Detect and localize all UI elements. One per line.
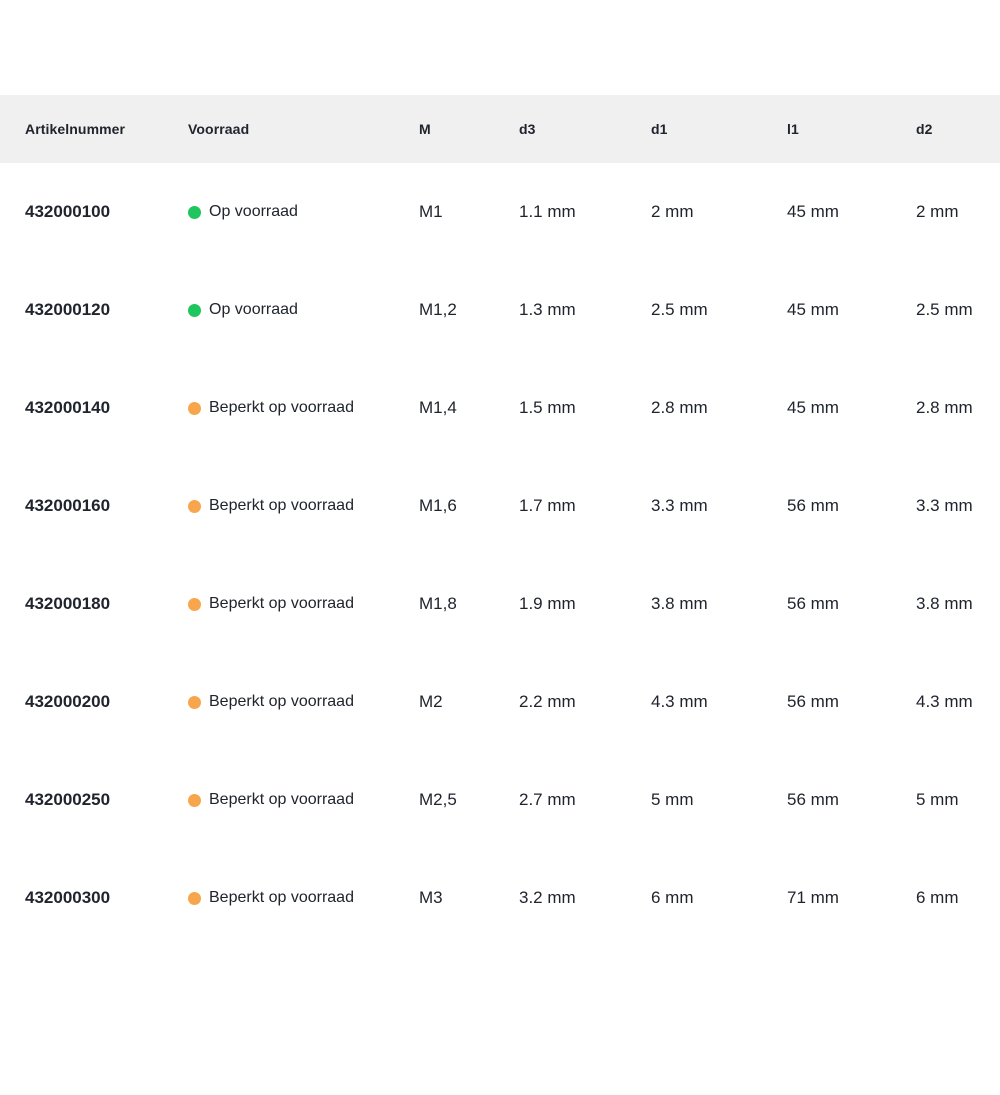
stock-status-dot-icon (188, 892, 201, 905)
column-header-voorraad: Voorraad (188, 121, 419, 137)
l1-value: 45 mm (787, 398, 916, 418)
column-header-d3: d3 (519, 121, 651, 137)
product-spec-table: Artikelnummer Voorraad M d3 d1 l1 d2 432… (0, 95, 1000, 947)
stock-status: Beperkt op voorraad (188, 889, 419, 907)
d3-value: 1.3 mm (519, 300, 651, 320)
stock-status-dot-icon (188, 794, 201, 807)
d3-value: 1.9 mm (519, 594, 651, 614)
article-number: 432000140 (25, 398, 188, 418)
m-value: M2,5 (419, 790, 519, 810)
stock-status-label: Beperkt op voorraad (209, 497, 354, 515)
stock-status-label: Beperkt op voorraad (209, 595, 354, 613)
article-number: 432000300 (25, 888, 188, 908)
d2-value: 3.3 mm (916, 496, 1000, 516)
stock-status: Op voorraad (188, 203, 419, 221)
stock-status-label: Beperkt op voorraad (209, 889, 354, 907)
stock-status-dot-icon (188, 304, 201, 317)
m-value: M1,2 (419, 300, 519, 320)
d3-value: 3.2 mm (519, 888, 651, 908)
stock-status-dot-icon (188, 500, 201, 513)
stock-status-label: Op voorraad (209, 301, 298, 319)
stock-status-label: Op voorraad (209, 203, 298, 221)
table-header: Artikelnummer Voorraad M d3 d1 l1 d2 (0, 95, 1000, 163)
column-header-artikelnummer: Artikelnummer (25, 121, 188, 137)
stock-status: Beperkt op voorraad (188, 693, 419, 711)
m-value: M1,4 (419, 398, 519, 418)
article-number: 432000160 (25, 496, 188, 516)
stock-status-label: Beperkt op voorraad (209, 399, 354, 417)
table-row: 432000300 Beperkt op voorraad M3 3.2 mm … (0, 849, 1000, 947)
d3-value: 1.1 mm (519, 202, 651, 222)
d1-value: 4.3 mm (651, 692, 787, 712)
d2-value: 5 mm (916, 790, 1000, 810)
stock-status-dot-icon (188, 402, 201, 415)
d2-value: 2 mm (916, 202, 1000, 222)
table-row: 432000140 Beperkt op voorraad M1,4 1.5 m… (0, 359, 1000, 457)
d3-value: 1.7 mm (519, 496, 651, 516)
table-row: 432000120 Op voorraad M1,2 1.3 mm 2.5 mm… (0, 261, 1000, 359)
article-number: 432000120 (25, 300, 188, 320)
d2-value: 2.8 mm (916, 398, 1000, 418)
m-value: M1,8 (419, 594, 519, 614)
l1-value: 56 mm (787, 496, 916, 516)
stock-status: Beperkt op voorraad (188, 595, 419, 613)
stock-status: Beperkt op voorraad (188, 791, 419, 809)
m-value: M1,6 (419, 496, 519, 516)
l1-value: 45 mm (787, 202, 916, 222)
m-value: M2 (419, 692, 519, 712)
d1-value: 5 mm (651, 790, 787, 810)
table-row: 432000160 Beperkt op voorraad M1,6 1.7 m… (0, 457, 1000, 555)
d1-value: 6 mm (651, 888, 787, 908)
l1-value: 56 mm (787, 692, 916, 712)
column-header-l1: l1 (787, 121, 916, 137)
column-header-d1: d1 (651, 121, 787, 137)
article-number: 432000100 (25, 202, 188, 222)
d2-value: 3.8 mm (916, 594, 1000, 614)
d1-value: 2 mm (651, 202, 787, 222)
article-number: 432000180 (25, 594, 188, 614)
stock-status: Op voorraad (188, 301, 419, 319)
stock-status-label: Beperkt op voorraad (209, 791, 354, 809)
d2-value: 4.3 mm (916, 692, 1000, 712)
stock-status-dot-icon (188, 696, 201, 709)
d1-value: 2.8 mm (651, 398, 787, 418)
d2-value: 2.5 mm (916, 300, 1000, 320)
column-header-m: M (419, 121, 519, 137)
l1-value: 56 mm (787, 790, 916, 810)
table-row: 432000200 Beperkt op voorraad M2 2.2 mm … (0, 653, 1000, 751)
d3-value: 1.5 mm (519, 398, 651, 418)
stock-status-dot-icon (188, 598, 201, 611)
stock-status: Beperkt op voorraad (188, 497, 419, 515)
article-number: 432000250 (25, 790, 188, 810)
table-row: 432000100 Op voorraad M1 1.1 mm 2 mm 45 … (0, 163, 1000, 261)
d2-value: 6 mm (916, 888, 1000, 908)
d3-value: 2.7 mm (519, 790, 651, 810)
d1-value: 2.5 mm (651, 300, 787, 320)
d1-value: 3.3 mm (651, 496, 787, 516)
l1-value: 71 mm (787, 888, 916, 908)
stock-status: Beperkt op voorraad (188, 399, 419, 417)
m-value: M3 (419, 888, 519, 908)
table-row: 432000250 Beperkt op voorraad M2,5 2.7 m… (0, 751, 1000, 849)
l1-value: 45 mm (787, 300, 916, 320)
d1-value: 3.8 mm (651, 594, 787, 614)
l1-value: 56 mm (787, 594, 916, 614)
column-header-d2: d2 (916, 121, 1000, 137)
d3-value: 2.2 mm (519, 692, 651, 712)
article-number: 432000200 (25, 692, 188, 712)
stock-status-dot-icon (188, 206, 201, 219)
table-row: 432000180 Beperkt op voorraad M1,8 1.9 m… (0, 555, 1000, 653)
m-value: M1 (419, 202, 519, 222)
stock-status-label: Beperkt op voorraad (209, 693, 354, 711)
